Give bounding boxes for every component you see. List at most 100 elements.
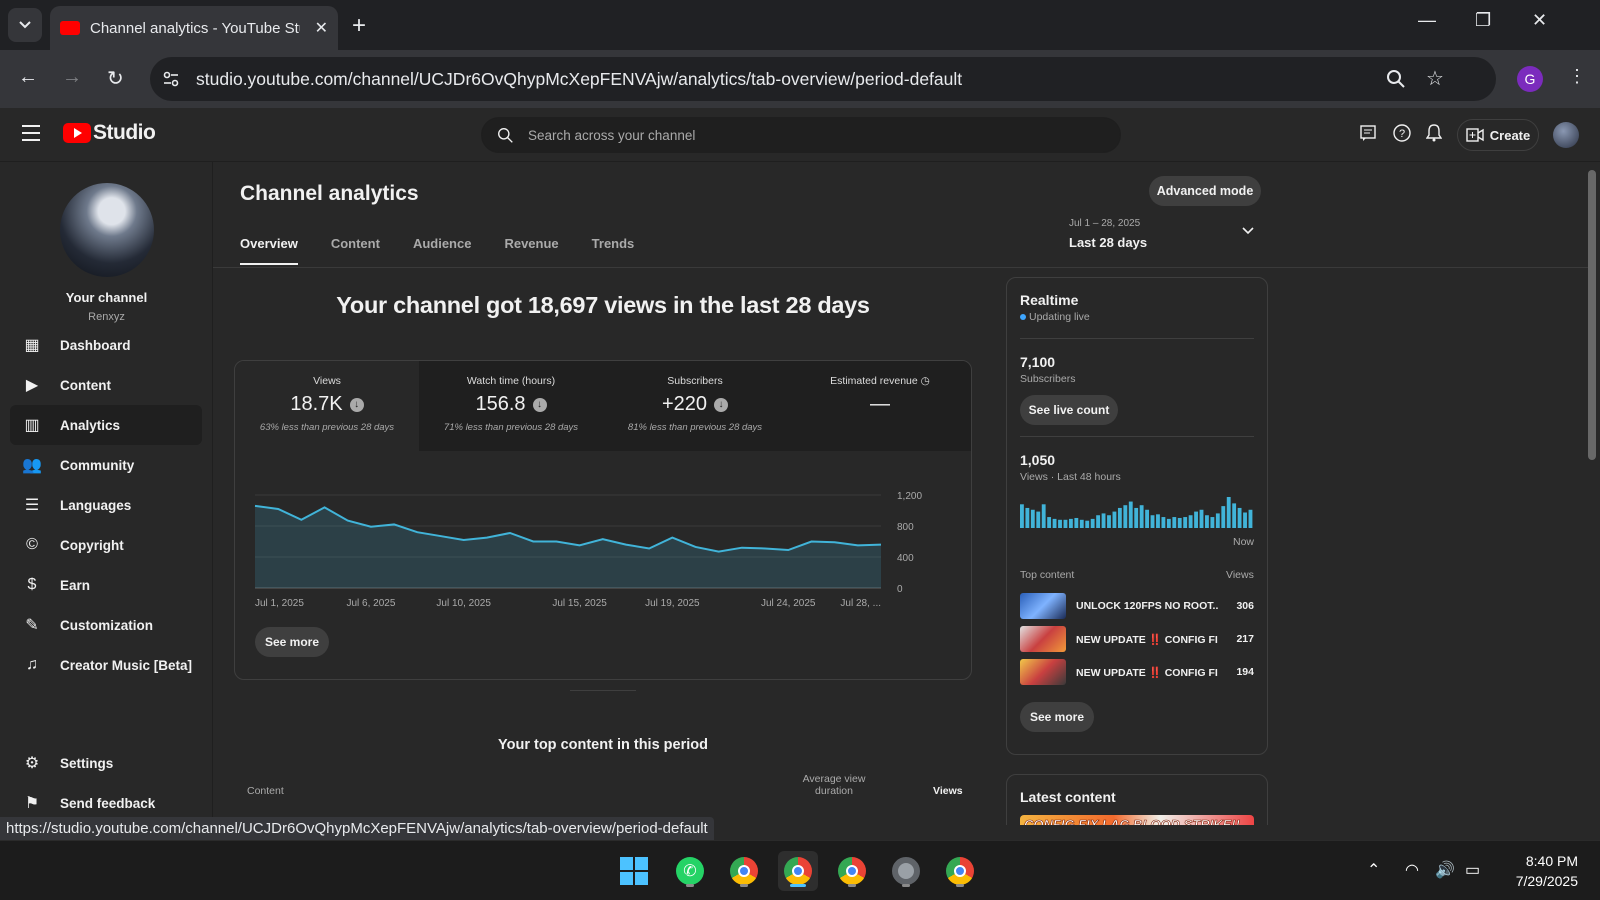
restore-icon[interactable]: ❐ [1475, 10, 1491, 31]
sidebar-item-community[interactable]: 👥 Community [10, 445, 202, 485]
taskbar-chrome-1[interactable] [724, 851, 764, 891]
realtime-bar[interactable] [1101, 513, 1106, 528]
realtime-bar[interactable] [1183, 517, 1188, 528]
list-item[interactable]: NEW UPDATE ‼️ CONFIG FI... 217 [1020, 625, 1254, 653]
taskbar-chrome-4[interactable] [940, 851, 980, 891]
create-button[interactable]: Create [1457, 119, 1539, 151]
zoom-icon[interactable] [1386, 69, 1406, 89]
see-live-count-button[interactable]: See live count [1020, 395, 1118, 425]
realtime-bar[interactable] [1107, 515, 1111, 528]
taskbar-chrome-2[interactable] [778, 851, 818, 891]
browser-tab[interactable]: Channel analytics - YouTube Studio ✕ [50, 6, 338, 50]
views-chart[interactable]: 0 400 800 1,200 Jul 1, 2025 Jul 6, 2025 Jul 10… [235, 451, 972, 621]
realtime-bar[interactable] [1036, 511, 1041, 528]
clock-time[interactable]: 8:40 PM [1500, 853, 1578, 869]
tab-overview[interactable]: Overview [240, 236, 298, 265]
realtime-bar[interactable] [1150, 515, 1155, 528]
realtime-bar[interactable] [1194, 511, 1198, 528]
browser-menu-icon[interactable]: ⋮ [1568, 66, 1586, 87]
realtime-bar[interactable] [1172, 517, 1177, 528]
advanced-mode-button[interactable]: Advanced mode [1149, 176, 1261, 206]
back-icon[interactable]: ← [18, 66, 38, 89]
bookmark-star-icon[interactable]: ☆ [1426, 66, 1444, 91]
window-close-icon[interactable]: ✕ [1532, 10, 1547, 31]
realtime-bar[interactable] [1123, 505, 1128, 528]
sidebar-item-copyright[interactable]: © Copyright [10, 525, 202, 565]
taskbar-whatsapp[interactable]: ✆ [670, 851, 710, 891]
forward-icon[interactable]: → [62, 66, 82, 89]
realtime-bar[interactable] [1134, 507, 1139, 528]
list-item[interactable]: UNLOCK 120FPS NO ROOT... 306 [1020, 592, 1254, 620]
realtime-bar[interactable] [1248, 509, 1253, 528]
realtime-bar[interactable] [1128, 501, 1133, 528]
realtime-bar[interactable] [1112, 511, 1117, 528]
realtime-bar[interactable] [1166, 518, 1171, 528]
minimize-icon[interactable]: — [1418, 10, 1436, 31]
realtime-bar[interactable] [1210, 517, 1215, 528]
page-scrollbar[interactable] [1588, 170, 1596, 460]
start-button[interactable] [614, 851, 654, 891]
channel-avatar[interactable] [60, 183, 154, 277]
menu-icon[interactable] [22, 125, 40, 146]
taskbar-chrome-3[interactable] [832, 851, 872, 891]
clock-date[interactable]: 7/29/2025 [1500, 873, 1578, 889]
realtime-bar[interactable] [1232, 503, 1237, 528]
realtime-bar[interactable] [1041, 504, 1046, 528]
table-header-views[interactable]: Views [933, 785, 963, 797]
sidebar-item-dashboard[interactable]: ▦ Dashboard [10, 325, 202, 365]
realtime-bar[interactable] [1096, 515, 1101, 528]
chevron-down-icon[interactable] [1242, 227, 1254, 235]
search-input[interactable]: Search across your channel [528, 128, 695, 143]
realtime-views-bar-chart[interactable] [1020, 493, 1254, 528]
help-icon[interactable]: ? [1393, 124, 1411, 142]
realtime-bar[interactable] [1215, 513, 1220, 528]
chevron-up-icon[interactable]: ⌃ [1367, 860, 1380, 880]
sidebar-item-settings[interactable]: ⚙ Settings [10, 743, 202, 783]
tab-search-button[interactable] [8, 8, 42, 42]
realtime-bar[interactable] [1058, 519, 1062, 528]
metric-revenue[interactable]: Estimated revenue ◷ — [787, 361, 971, 451]
battery-icon[interactable]: ▭ [1465, 860, 1480, 880]
realtime-bar[interactable] [1063, 519, 1068, 528]
realtime-bar[interactable] [1068, 518, 1073, 528]
address-bar[interactable]: studio.youtube.com/channel/UCJDr6OvQhypM… [150, 57, 1496, 101]
tab-content[interactable]: Content [331, 236, 380, 265]
realtime-bar[interactable] [1205, 515, 1209, 528]
sidebar-item-content[interactable]: ▶ Content [10, 365, 202, 405]
reload-icon[interactable]: ↻ [107, 66, 124, 91]
see-more-button[interactable]: See more [255, 627, 329, 657]
realtime-bar[interactable] [1085, 520, 1090, 528]
realtime-bar[interactable] [1079, 519, 1084, 528]
search-bar[interactable]: Search across your channel [481, 117, 1121, 153]
sidebar-item-languages[interactable]: ☰ Languages [10, 485, 202, 525]
realtime-bar[interactable] [1226, 497, 1231, 528]
profile-avatar[interactable]: G [1517, 66, 1543, 92]
see-more-button[interactable]: See more [1020, 702, 1094, 732]
realtime-bar[interactable] [1145, 509, 1150, 528]
realtime-bar[interactable] [1025, 507, 1030, 528]
tab-close-icon[interactable]: ✕ [315, 18, 328, 38]
tab-trends[interactable]: Trends [592, 236, 635, 265]
feedback-icon[interactable] [1360, 125, 1376, 142]
notifications-bell-icon[interactable] [1426, 124, 1442, 142]
sidebar-item-creator-music[interactable]: ♫ Creator Music [Beta] [10, 645, 202, 685]
realtime-bar[interactable] [1020, 504, 1024, 528]
list-item[interactable]: NEW UPDATE ‼️ CONFIG FI... 194 [1020, 658, 1254, 686]
realtime-bar[interactable] [1243, 512, 1247, 529]
account-avatar[interactable] [1553, 122, 1579, 148]
sidebar-item-analytics[interactable]: ▥ Analytics [10, 405, 202, 445]
realtime-bar[interactable] [1221, 506, 1226, 528]
sidebar-item-earn[interactable]: $ Earn [10, 565, 202, 605]
volume-icon[interactable]: 🔊 [1435, 860, 1455, 880]
realtime-bar[interactable] [1156, 514, 1160, 528]
realtime-bar[interactable] [1188, 515, 1193, 528]
metric-subscribers[interactable]: Subscribers +220 ↓ 81% less than previous… [603, 361, 787, 451]
realtime-bar[interactable] [1199, 509, 1204, 528]
realtime-bar[interactable] [1030, 509, 1035, 528]
taskbar-settings[interactable] [886, 851, 926, 891]
latest-video-thumbnail[interactable]: CONFIG FIX LAG BLOOD STRIKE!! [1020, 815, 1254, 825]
metric-views[interactable]: Views 18.7K ↓ 63% less than previous 28 d… [235, 361, 419, 451]
realtime-bar[interactable] [1237, 507, 1242, 528]
realtime-bar[interactable] [1052, 518, 1057, 528]
realtime-bar[interactable] [1074, 517, 1079, 528]
